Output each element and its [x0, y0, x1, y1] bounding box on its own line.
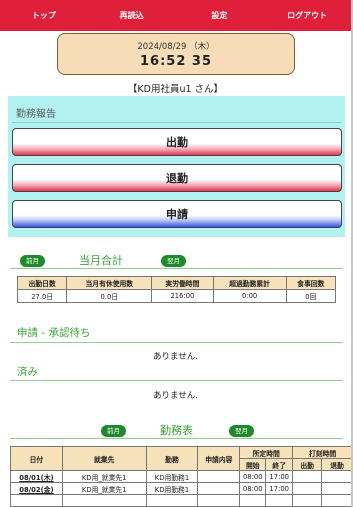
done-empty-text: ありません.	[153, 391, 198, 401]
clock-panel: 2024/08/29 （木） 16:52 35	[57, 33, 295, 75]
start-cell: 08:00	[239, 470, 267, 483]
nav-reload-link[interactable]: 再読込	[88, 0, 176, 31]
date-link[interactable]: 08/01(木)	[19, 474, 53, 482]
summary-title: 当月合計	[79, 254, 123, 267]
header-clock-in: 出勤	[292, 458, 323, 471]
header-start: 開始	[239, 458, 267, 471]
table-row: 08/01(木) KD用_就業先1 KD用勤務1 08:00 17:00	[10, 470, 351, 483]
divider	[10, 380, 343, 381]
clock-in-cell	[292, 494, 323, 507]
site-cell: KD用_就業先1	[61, 482, 147, 495]
pending-section-title: 申請 - 承認待ち	[17, 327, 91, 339]
table-row: 08/02(金) KD用_就業先1 KD用勤務1 08:00 17:00	[10, 482, 351, 495]
application-cell	[197, 470, 241, 483]
clock-out-cell	[321, 494, 351, 507]
site-cell: KD用_就業先1	[61, 470, 147, 483]
header-actual-hours: 実労働時間	[151, 276, 214, 290]
clock-out-button[interactable]: 退勤	[12, 164, 342, 192]
header-clock-out: 退勤	[321, 458, 351, 471]
table-row	[10, 494, 351, 507]
page: トップ 再読込 設定 ログアウト 2024/08/29 （木） 16:52 35…	[0, 0, 353, 507]
work-schedule-table: 日付 就業先 勤務 申請内容 所定時間 打刻時間 開始 終了 出勤 退勤 08/…	[10, 446, 351, 507]
header-shift: 勤務	[145, 446, 199, 471]
header-overtime-total: 超過勤務累計	[212, 276, 287, 290]
value-paid-leave-used: 0.0日	[66, 289, 153, 303]
summary-next-month-button[interactable]: 翌月	[161, 255, 186, 267]
apply-button[interactable]: 申請	[12, 200, 342, 228]
value-overtime-total: 0:00	[212, 289, 287, 303]
date-cell: 08/02(金)	[10, 482, 63, 495]
clock-in-button[interactable]: 出勤	[12, 128, 342, 156]
clock-out-cell	[321, 482, 351, 495]
table-row: 27.0日 0.0日 216:00 0:00 0回	[16, 289, 337, 303]
application-cell	[197, 494, 241, 507]
work-report-title: 勤務報告	[16, 109, 56, 120]
header-end: 終了	[265, 458, 294, 471]
worktable-prev-month-button[interactable]: 前月	[101, 425, 126, 437]
value-meal-count: 0回	[285, 289, 337, 303]
value-work-days: 27.0日	[16, 289, 68, 303]
summary-prev-month-button[interactable]: 前月	[20, 255, 45, 267]
clock-in-cell	[292, 470, 323, 483]
date-cell	[10, 494, 63, 507]
header-application: 申請内容	[197, 446, 241, 471]
header-date: 日付	[10, 446, 63, 471]
table-header-row: 出勤日数 当月有休使用数 実労働時間 超過勤務累計 食事回数	[16, 276, 337, 290]
header-punch-time: 打刻時間	[292, 446, 351, 459]
clock-out-cell	[321, 470, 351, 483]
header-site: 就業先	[61, 446, 147, 471]
end-cell: 17:00	[265, 470, 294, 483]
shift-cell	[145, 494, 199, 507]
clock-time: 16:52 35	[140, 54, 212, 69]
header-meal-count: 食事回数	[285, 276, 337, 290]
work-report-panel: 勤務報告 出勤 退勤 申請	[8, 96, 345, 237]
divider	[10, 268, 343, 269]
worktable-next-month-button[interactable]: 翌月	[229, 425, 254, 437]
end-cell: 17:00	[265, 482, 294, 495]
clock-in-cell	[292, 482, 323, 495]
application-cell	[197, 482, 241, 495]
nav-logout-link[interactable]: ログアウト	[263, 0, 351, 31]
date-cell: 08/01(木)	[10, 470, 63, 483]
end-cell	[265, 494, 294, 507]
user-name: 【KD用社員u1 さん】	[127, 84, 224, 95]
divider	[12, 122, 341, 123]
shift-cell: KD用勤務1	[145, 470, 199, 483]
nav-settings-link[interactable]: 設定	[176, 0, 264, 31]
header-work-days: 出勤日数	[16, 276, 68, 290]
header-scheduled-time: 所定時間	[239, 446, 294, 459]
clock-date: 2024/08/29 （木）	[137, 42, 215, 52]
done-section-title: 済み	[17, 366, 38, 378]
header-paid-leave-used: 当月有休使用数	[66, 276, 153, 290]
monthly-summary-table: 出勤日数 当月有休使用数 実労働時間 超過勤務累計 食事回数 27.0日 0.0…	[16, 276, 337, 303]
site-cell	[61, 494, 147, 507]
shift-cell: KD用勤務1	[145, 482, 199, 495]
value-actual-hours: 216:00	[151, 289, 214, 303]
divider	[10, 438, 343, 439]
date-link[interactable]: 08/02(金)	[19, 486, 53, 494]
pending-empty-text: ありません.	[153, 352, 198, 362]
table-header-row: 日付 就業先 勤務 申請内容 所定時間 打刻時間	[10, 446, 351, 471]
worktable-title: 勤務表	[160, 424, 193, 437]
start-cell: 08:00	[239, 482, 267, 495]
divider	[10, 342, 343, 343]
nav-top-link[interactable]: トップ	[0, 0, 88, 31]
start-cell	[239, 494, 267, 507]
top-nav: トップ 再読込 設定 ログアウト	[0, 0, 351, 31]
